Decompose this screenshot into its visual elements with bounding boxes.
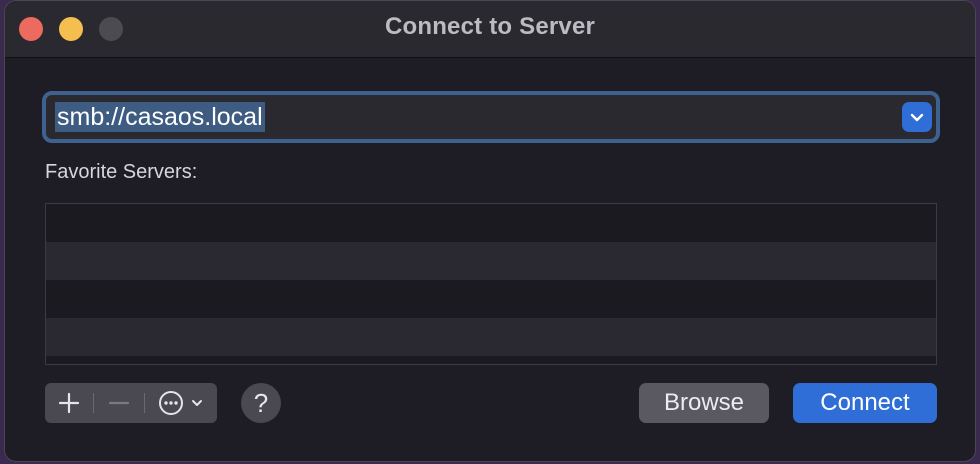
title-bar: Connect to Server	[5, 1, 975, 58]
connect-button[interactable]: Connect	[793, 383, 937, 423]
remove-favorite-button[interactable]	[94, 383, 144, 423]
favorite-servers-list[interactable]	[45, 203, 937, 365]
favorite-servers-label: Favorite Servers:	[45, 161, 198, 183]
window-title: Connect to Server	[384, 13, 596, 40]
ellipsis-circle-icon	[159, 391, 183, 415]
recent-servers-dropdown-button[interactable]	[902, 102, 932, 132]
list-item	[46, 318, 936, 356]
chevron-down-icon	[192, 400, 202, 406]
connect-to-server-window: Connect to Server smb://casaos.local Fav…	[4, 0, 976, 462]
server-address-combobox[interactable]: smb://casaos.local	[42, 91, 940, 143]
list-item	[46, 280, 936, 318]
server-address-input[interactable]: smb://casaos.local	[55, 102, 265, 132]
minus-icon	[108, 401, 130, 405]
list-item	[46, 242, 936, 280]
plus-icon	[58, 392, 80, 414]
more-actions-menu-button[interactable]	[145, 383, 217, 423]
help-button[interactable]: ?	[241, 383, 281, 423]
browse-button[interactable]: Browse	[639, 383, 769, 423]
add-favorite-button[interactable]	[45, 383, 93, 423]
chevron-down-icon	[910, 113, 924, 122]
favorites-toolbar	[45, 383, 217, 423]
list-item	[46, 204, 936, 242]
